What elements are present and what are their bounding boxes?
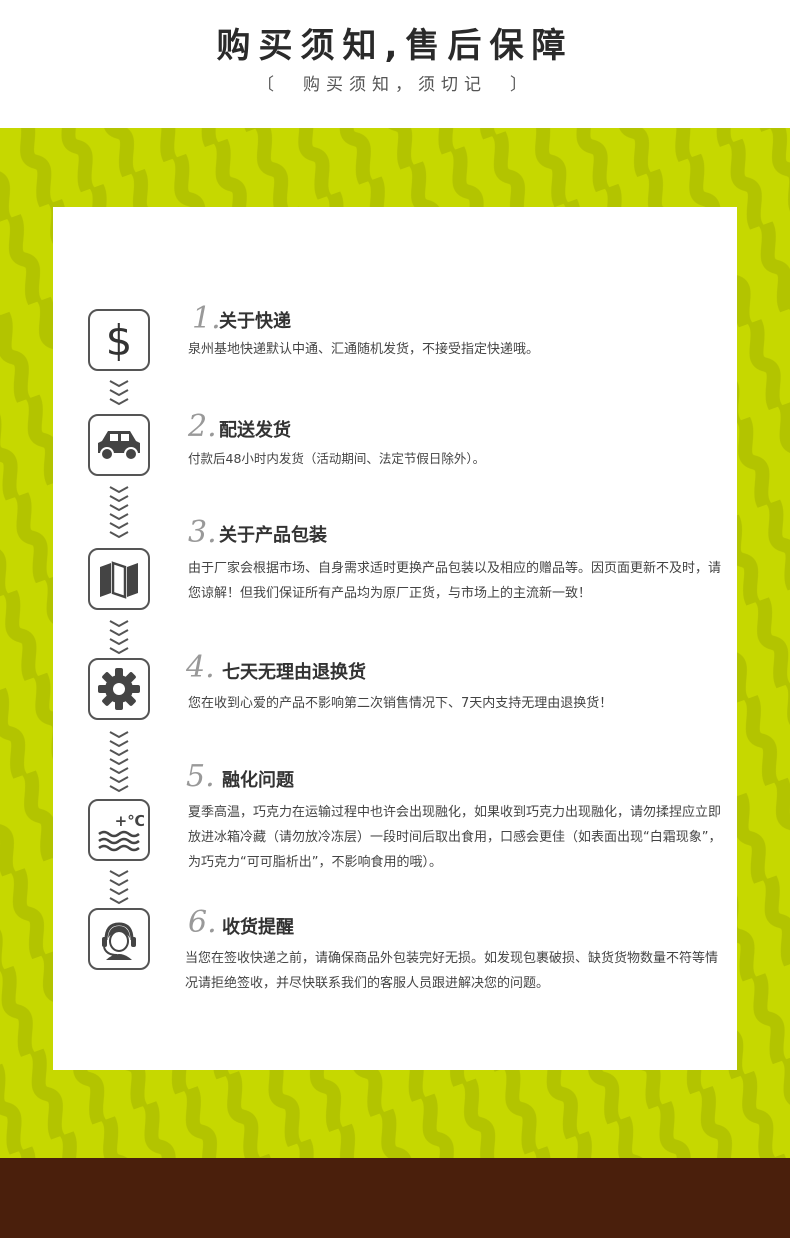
section-5-title: 融化问题 (222, 770, 294, 791)
header: 购买须知,售后保障 〔 购买须知，须切记 〕 (0, 0, 790, 128)
section-1-body: 泉州基地快递默认中通、汇通随机发货，不接受指定快递哦。 (188, 342, 540, 357)
gear-icon (88, 658, 150, 720)
map-icon (88, 548, 150, 610)
chevron-down-icon (106, 729, 132, 793)
dollar-icon: $ (88, 309, 150, 371)
chevron-down-icon (106, 484, 132, 539)
page-subtitle: 〔 购买须知，须切记 〕 (257, 75, 533, 95)
section-4-number: 4. (186, 650, 215, 685)
section-1-title: 关于快递 (219, 311, 291, 332)
section-2-number: 2. (188, 409, 217, 444)
footer-band (0, 1158, 790, 1238)
section-4-title: 七天无理由退换货 (222, 662, 366, 683)
page-title: 购买须知,售后保障 (216, 26, 574, 66)
section-6-body: 当您在签收快递之前，请确保商品外包装完好无损。如发现包裹破损、缺货货物数量不符等… (185, 951, 719, 991)
temperature-icon: +℃ (88, 799, 150, 861)
section-1-number: 1. (192, 301, 221, 336)
svg-text:$: $ (106, 317, 133, 363)
section-6-number: 6. (188, 905, 217, 940)
section-5-number: 5. (186, 759, 215, 794)
section-3-title: 关于产品包装 (219, 525, 327, 546)
section-4-body: 您在收到心爱的产品不影响第二次销售情况下、7天内支持无理由退换货！ (188, 696, 613, 711)
customer-service-icon (88, 908, 150, 970)
section-2-title: 配送发货 (219, 420, 291, 441)
section-3-number: 3. (188, 515, 217, 550)
chevron-down-icon (106, 378, 132, 406)
temperature-label: +℃ (115, 812, 144, 830)
chevron-down-icon (106, 618, 132, 655)
car-icon (88, 414, 150, 476)
section-5-body: 夏季高温，巧克力在运输过程中也许会出现融化，如果收到巧克力出现融化，请勿揉捏应立… (188, 805, 722, 870)
section-3-body: 由于厂家会根据市场、自身需求适时更换产品包装以及相应的赠品等。因页面更新不及时，… (188, 561, 722, 601)
chevron-down-icon (106, 868, 132, 905)
section-2-body: 付款后48小时内发货（活动期间、法定节假日除外）。 (188, 451, 486, 466)
section-6-title: 收货提醒 (222, 917, 294, 938)
